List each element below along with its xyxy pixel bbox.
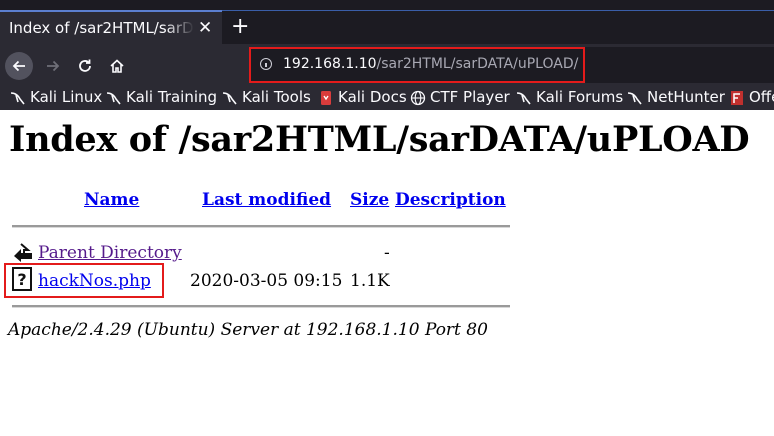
file-highlight-box bbox=[4, 263, 164, 298]
offsec-icon bbox=[731, 90, 743, 105]
bookmark-kali-training[interactable]: Kali Training bbox=[106, 88, 217, 106]
kali-docs-icon bbox=[321, 90, 331, 105]
close-tab-icon[interactable]: ✕ bbox=[198, 18, 212, 38]
back-arrow-icon bbox=[12, 60, 25, 72]
bookmarks-toolbar: Kali Linux Kali Training Kali Tools Kali… bbox=[0, 86, 774, 110]
bookmark-ctf-player[interactable]: CTF Player bbox=[410, 88, 510, 106]
reload-icon bbox=[79, 59, 91, 72]
server-signature: Apache/2.4.29 (Ubuntu) Server at 192.168… bbox=[8, 320, 488, 340]
bookmark-kali-forums[interactable]: Kali Forums bbox=[516, 88, 623, 106]
kali-dragon-icon bbox=[106, 91, 121, 104]
bookmark-label: Kali Training bbox=[126, 88, 218, 106]
column-name-header[interactable]: Name bbox=[84, 190, 139, 210]
forward-arrow-icon bbox=[47, 60, 60, 72]
globe-icon bbox=[410, 90, 426, 105]
new-tab-button[interactable]: + bbox=[231, 16, 249, 38]
url-highlight-box bbox=[249, 47, 585, 83]
footer-divider bbox=[12, 305, 510, 308]
bookmark-kali-linux[interactable]: Kali Linux bbox=[10, 88, 102, 106]
reload-button[interactable] bbox=[71, 52, 99, 80]
bookmark-label: CTF Player bbox=[430, 88, 510, 106]
active-tab[interactable]: Index of /sar2HTML/sarDATA/uPLOAD/ ✕ bbox=[0, 10, 222, 44]
column-last-modified-header[interactable]: Last modified bbox=[202, 190, 331, 210]
kali-dragon-icon bbox=[516, 91, 531, 104]
column-description-header[interactable]: Description bbox=[395, 190, 506, 210]
bookmark-kali-tools[interactable]: Kali Tools bbox=[222, 88, 311, 106]
kali-dragon-icon bbox=[627, 91, 642, 104]
page-title: Index of /sar2HTML/sarDATA/uPLOAD bbox=[9, 119, 750, 160]
bookmark-nethunter[interactable]: NetHunter bbox=[627, 88, 725, 106]
bookmark-label: Kali Forums bbox=[536, 88, 624, 106]
back-button[interactable] bbox=[5, 52, 33, 80]
parent-size: - bbox=[384, 243, 390, 263]
file-modified-date: 2020-03-05 09:15 bbox=[190, 271, 343, 291]
tab-title: Index of /sar2HTML/sarDATA/uPLOAD/ bbox=[9, 19, 194, 37]
forward-button[interactable] bbox=[39, 52, 67, 80]
home-button[interactable] bbox=[103, 52, 131, 80]
tab-strip: Index of /sar2HTML/sarDATA/uPLOAD/ ✕ + bbox=[0, 0, 774, 44]
kali-dragon-icon bbox=[10, 91, 25, 104]
bookmark-label: Kali Tools bbox=[242, 88, 311, 106]
file-size: 1.1K bbox=[350, 271, 390, 291]
page-content: Index of /sar2HTML/sarDATA/uPLOAD Name L… bbox=[0, 110, 774, 436]
header-divider bbox=[12, 225, 510, 228]
bookmark-kali-docs[interactable]: Kali Docs bbox=[318, 88, 407, 106]
browser-chrome: Index of /sar2HTML/sarDATA/uPLOAD/ ✕ + 1… bbox=[0, 0, 774, 110]
home-icon bbox=[110, 59, 124, 73]
bookmark-offsec[interactable]: Offe bbox=[729, 88, 774, 106]
bookmark-label: Kali Linux bbox=[30, 88, 103, 106]
back-arrow-icon bbox=[14, 243, 32, 262]
column-size-header[interactable]: Size bbox=[350, 190, 389, 210]
bookmark-label: Offe bbox=[749, 88, 774, 106]
parent-directory-link[interactable]: Parent Directory bbox=[38, 243, 182, 263]
bookmark-label: Kali Docs bbox=[338, 88, 407, 106]
kali-dragon-icon bbox=[222, 91, 237, 104]
bookmark-label: NetHunter bbox=[647, 88, 725, 106]
